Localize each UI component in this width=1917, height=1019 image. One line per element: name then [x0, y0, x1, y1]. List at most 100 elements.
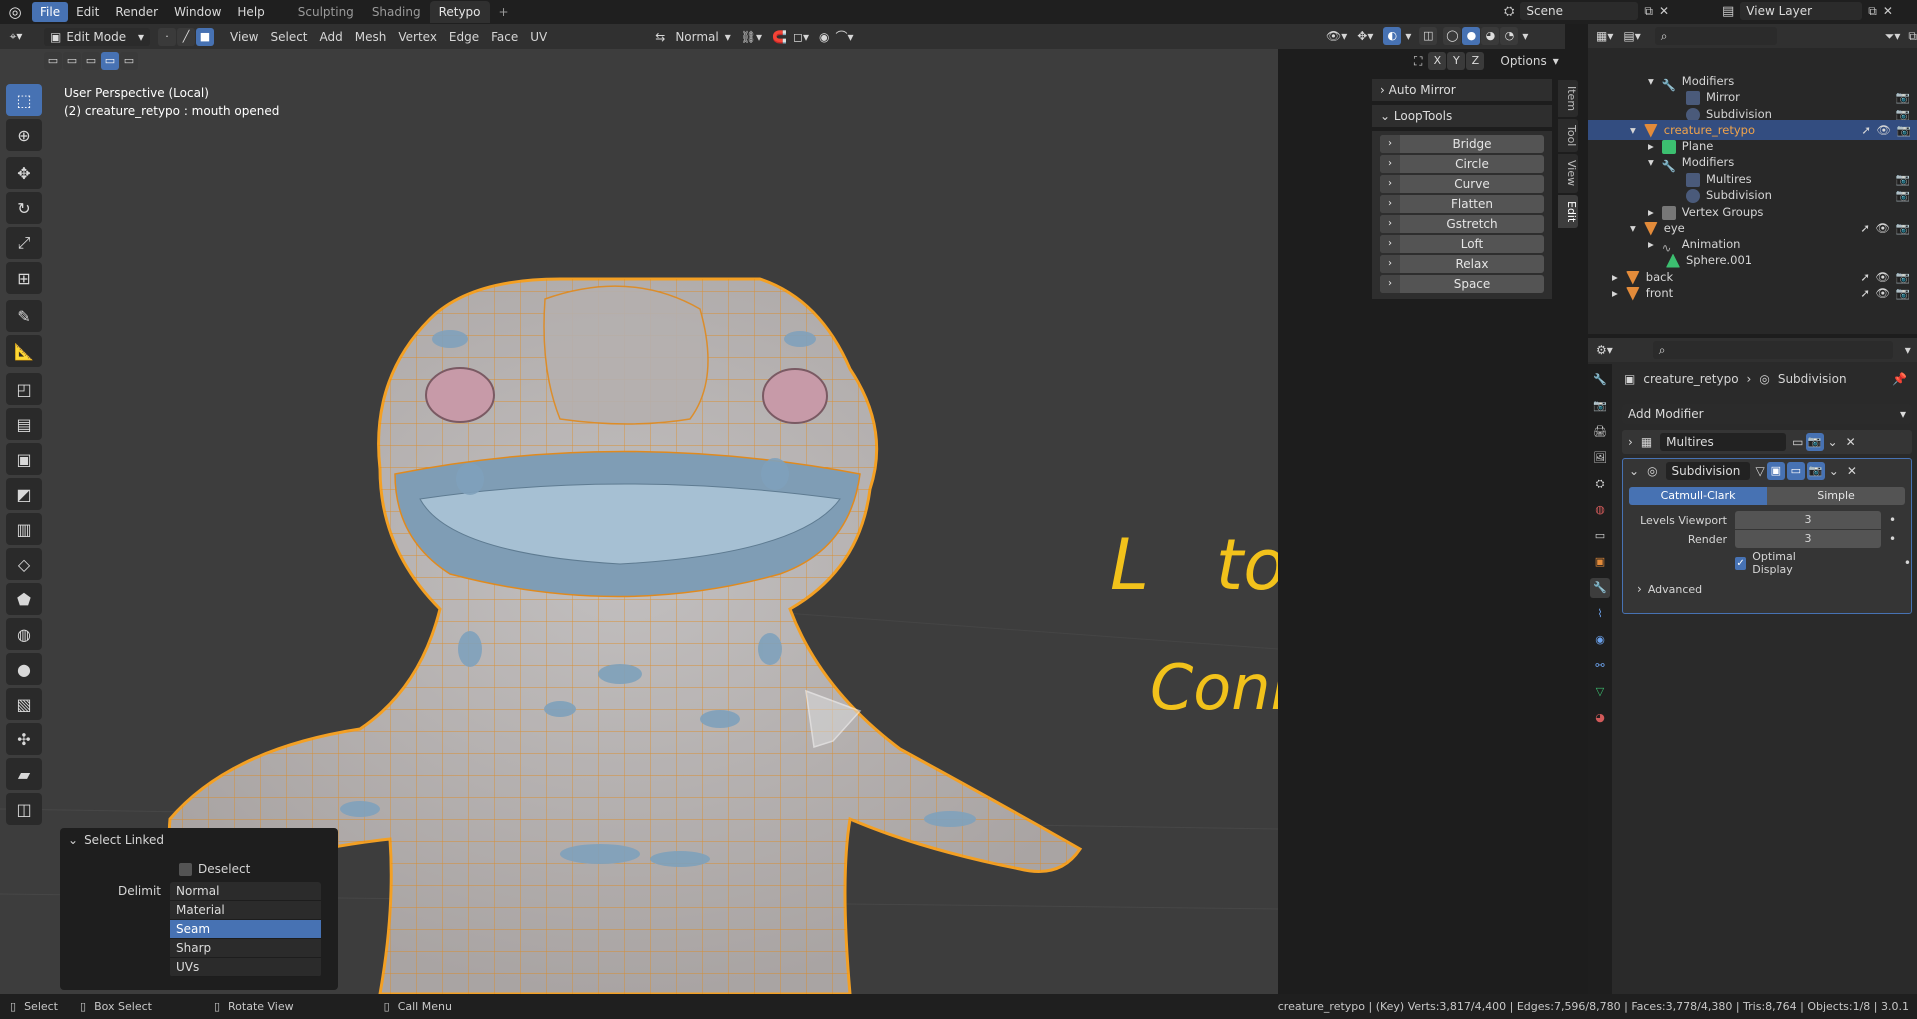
menu-uv[interactable]: UV — [524, 28, 553, 46]
looptools-section[interactable]: ⌄ LoopTools — [1372, 105, 1552, 127]
xray-icon[interactable]: ◫ — [1419, 27, 1438, 45]
transform-tool-icon[interactable]: ⊞ — [6, 262, 42, 294]
display-editmode-icon[interactable]: ▭ — [1792, 435, 1803, 449]
add-workspace-button[interactable]: + — [490, 1, 518, 23]
overlay-dropdown-icon[interactable]: ▾ — [1405, 29, 1411, 43]
bevel-tool-icon[interactable]: ◩ — [6, 478, 42, 510]
auto-mirror-section[interactable]: › Auto Mirror — [1372, 79, 1552, 101]
looptools-space-button[interactable]: › Space — [1380, 275, 1544, 293]
modifier-tab-icon[interactable]: 🔧 — [1590, 578, 1610, 598]
multires-name-field[interactable]: Multires — [1660, 433, 1787, 451]
tab-edit[interactable]: Edit — [1558, 194, 1578, 228]
snap-icon[interactable]: 🧲 — [772, 30, 787, 44]
move-tool-icon[interactable]: ✥ — [6, 157, 42, 189]
catmull-clark-button[interactable]: Catmull-Clark — [1629, 487, 1767, 505]
invert-selection-icon[interactable]: ▭ — [101, 52, 119, 70]
tab-item[interactable]: Item — [1558, 80, 1578, 118]
chevron-down-icon[interactable]: ⌄ — [1629, 464, 1639, 478]
menu-file[interactable]: File — [32, 2, 69, 22]
extrude-tool-icon[interactable]: ▤ — [6, 408, 42, 440]
camera-icon[interactable]: 📷 — [1896, 218, 1910, 238]
edge-slide-tool-icon[interactable]: ▧ — [6, 688, 42, 720]
wireframe-shading-icon[interactable]: ◯ — [1443, 27, 1462, 45]
outliner-search-input[interactable]: ⌕ — [1654, 27, 1777, 45]
particles-tab-icon[interactable]: ⌇ — [1590, 604, 1610, 624]
menu-window[interactable]: Window — [166, 2, 229, 22]
menu-select[interactable]: Select — [264, 28, 313, 46]
shear-tool-icon[interactable]: ▰ — [6, 758, 42, 790]
select-linked-header[interactable]: ⌄ Select Linked — [60, 828, 338, 852]
advanced-subpanel[interactable]: › Advanced — [1637, 580, 1911, 598]
scene-icon[interactable]: ⛭ — [1504, 4, 1514, 19]
gizmo-icon[interactable]: ✥▾ — [1357, 29, 1373, 43]
intersect-selection-icon[interactable]: ▭ — [120, 52, 138, 70]
smooth-tool-icon[interactable]: ● — [6, 653, 42, 685]
tab-tool[interactable]: Tool — [1558, 119, 1578, 153]
world-tab-icon[interactable]: ◍ — [1590, 500, 1610, 520]
cursor-tool-icon[interactable]: ⊕ — [6, 119, 42, 151]
inset-tool-icon[interactable]: ▣ — [6, 443, 42, 475]
camera-icon[interactable]: 📷 — [1897, 120, 1911, 140]
delimit-sharp[interactable]: Sharp — [170, 939, 321, 958]
blender-logo-icon[interactable]: ◎ — [4, 2, 26, 22]
editmode-toggle-icon[interactable]: ▣ — [1766, 462, 1785, 480]
looptools-relax-button[interactable]: › Relax — [1380, 255, 1544, 273]
tab-sculpting[interactable]: Sculpting — [289, 1, 363, 23]
outliner-row-front[interactable]: ▸ front ➚ 👁 📷 — [1612, 283, 1916, 303]
delimit-uvs[interactable]: UVs — [170, 958, 321, 977]
display-mode-icon[interactable]: ▤▾ — [1623, 29, 1640, 43]
view-layer-tab-icon[interactable]: 🖼 — [1590, 448, 1610, 468]
menu-vertex[interactable]: Vertex — [392, 28, 443, 46]
rotate-tool-icon[interactable]: ↻ — [6, 192, 42, 224]
menu-edit[interactable]: Edit — [68, 2, 107, 22]
eye-icon[interactable]: 👁 — [1875, 283, 1890, 303]
looptools-flatten-button[interactable]: › Flatten — [1380, 195, 1544, 213]
annotate-tool-icon[interactable]: ✎ — [6, 300, 42, 332]
falloff-icon[interactable]: ⌒▾ — [835, 28, 853, 45]
add-cube-tool-icon[interactable]: ◰ — [6, 373, 42, 405]
menu-add[interactable]: Add — [314, 28, 349, 46]
filter-icon[interactable]: ⏷▾ — [1885, 29, 1901, 44]
material-tab-icon[interactable]: ◕ — [1590, 708, 1610, 728]
looptools-circle-button[interactable]: › Circle — [1380, 155, 1544, 173]
render-levels-field[interactable]: 3 — [1735, 530, 1881, 548]
chevron-down-icon[interactable]: ⌄ — [1828, 435, 1838, 449]
rendered-shading-icon[interactable]: ◔ — [1500, 27, 1519, 45]
measure-tool-icon[interactable]: 📐 — [6, 335, 42, 367]
pin-icon[interactable]: 📌 — [1892, 372, 1907, 386]
menu-edge[interactable]: Edge — [443, 28, 485, 46]
view-layer-field[interactable]: View Layer — [1740, 2, 1863, 20]
output-tab-icon[interactable]: 🖨 — [1590, 422, 1610, 442]
close-icon[interactable]: ✕ — [1846, 435, 1856, 449]
menu-view[interactable]: View — [224, 28, 264, 46]
object-tab-icon[interactable]: ▣ — [1590, 552, 1610, 572]
knife-tool-icon[interactable]: ◇ — [6, 548, 42, 580]
visibility-icon[interactable]: 👁▾ — [1326, 29, 1347, 43]
optimal-display-checkbox[interactable]: ✓ — [1735, 556, 1747, 570]
camera-icon[interactable]: 📷 — [1896, 283, 1910, 303]
orientation-dropdown[interactable]: Normal — [669, 28, 724, 46]
looptools-bridge-button[interactable]: › Bridge — [1380, 135, 1544, 153]
looptools-curve-button[interactable]: › Curve — [1380, 175, 1544, 193]
select-arrow-icon[interactable]: ➚ — [1860, 218, 1870, 238]
eye-icon[interactable]: 👁 — [1876, 120, 1891, 140]
camera-icon[interactable]: 📷 — [1896, 185, 1910, 205]
editor-type-icon[interactable]: ⌖▾ — [0, 29, 32, 44]
solid-shading-icon[interactable]: ● — [1462, 27, 1481, 45]
delimit-material[interactable]: Material — [170, 901, 321, 920]
spin-tool-icon[interactable]: ◍ — [6, 618, 42, 650]
scene-field[interactable]: Scene — [1520, 2, 1639, 20]
pivot-icon[interactable]: ⛓▾ — [741, 30, 762, 44]
tab-view[interactable]: View — [1558, 154, 1578, 193]
add-modifier-dropdown[interactable]: Add Modifier ▾ — [1622, 404, 1912, 424]
simple-button[interactable]: Simple — [1767, 487, 1905, 505]
chevron-right-icon[interactable]: › — [1628, 435, 1633, 449]
vertex-select-icon[interactable]: · — [158, 27, 176, 46]
editor-type-icon[interactable]: ⚙▾ — [1596, 343, 1613, 357]
select-arrow-icon[interactable]: ➚ — [1860, 283, 1870, 303]
select-box-tool-icon[interactable]: ⬚ — [6, 84, 42, 116]
material-shading-icon[interactable]: ◕ — [1481, 27, 1500, 45]
new-collection-icon[interactable]: ⧉ — [1908, 29, 1917, 44]
menu-help[interactable]: Help — [229, 2, 272, 22]
render-toggle-icon[interactable]: 📷 — [1806, 462, 1825, 480]
